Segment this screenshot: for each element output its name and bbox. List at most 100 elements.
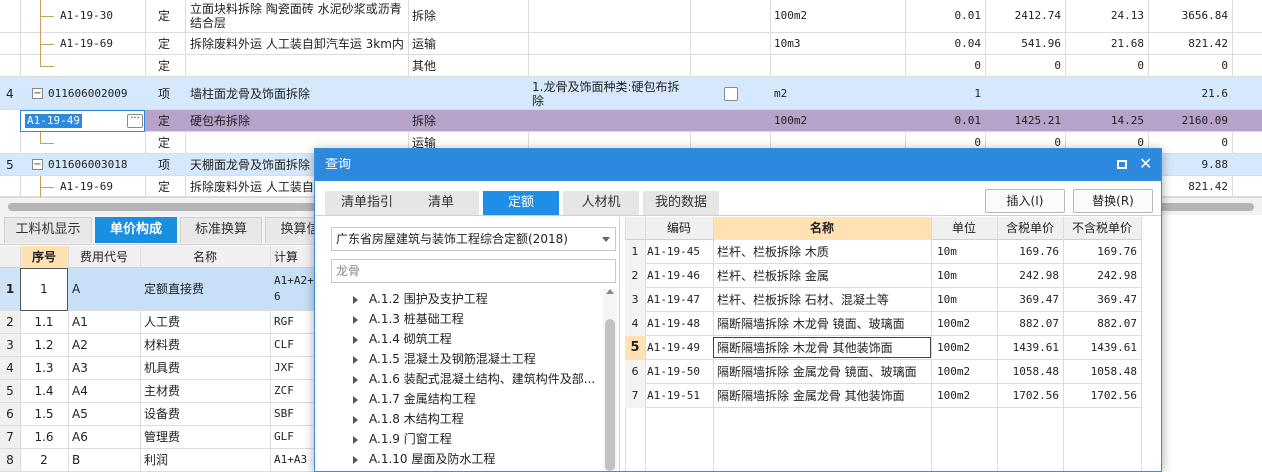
- tree-node[interactable]: A.1.8 木结构工程: [353, 409, 464, 429]
- table-row[interactable]: 2 A1-19-46 栏杆、栏板拆除 金属 10m 242.98 242.98: [625, 264, 1141, 288]
- row-calc-basis: A1+A3: [274, 453, 308, 466]
- tab-my-data[interactable]: 我的数据: [643, 191, 719, 215]
- table-row[interactable]: 1 A1-19-45 栏杆、栏板拆除 木质 10m 169.76 169.76: [625, 240, 1141, 264]
- row-number: 7: [6, 430, 14, 444]
- expand-arrow-icon[interactable]: [353, 356, 358, 364]
- table-row[interactable]: A1-19-30 定 立面块料拆除 陶瓷面砖 水泥砂浆或沥青结合层 拆除 100…: [0, 0, 1262, 33]
- tree-node[interactable]: A.1.5 混凝土及钢筋混凝土工程: [353, 349, 536, 369]
- row-seq: 1.2: [34, 338, 54, 352]
- table-row[interactable]: 5 A1-19-49 隔断隔墙拆除 木龙骨 其他装饰面 100m2 1439.61 143…: [625, 336, 1141, 360]
- row-feature: 其他: [412, 59, 437, 73]
- row-name: 隔断隔墙拆除 木龙骨 镜面、玻璃面: [717, 317, 905, 331]
- expand-arrow-icon[interactable]: [353, 316, 358, 324]
- row-code: A1-19-46: [647, 269, 700, 282]
- row-type: 定: [158, 9, 171, 23]
- row-notax-price: 882.07: [1097, 317, 1137, 330]
- row-code: A1-19-49: [647, 341, 700, 354]
- scroll-thumb[interactable]: [605, 319, 615, 471]
- tree-node[interactable]: A.1.2 围护及支护工程: [353, 289, 488, 309]
- row-name: 栏杆、栏板拆除 金属: [717, 269, 829, 283]
- close-icon[interactable]: ✕: [1139, 154, 1152, 174]
- table-row[interactable]: 6 A1-19-50 隔断隔墙拆除 金属龙骨 镜面、玻璃面 100m2 1058.48 1…: [625, 360, 1141, 384]
- expand-arrow-icon[interactable]: [353, 436, 358, 444]
- quota-set-select[interactable]: 广东省房屋建筑与装饰工程综合定额(2018): [331, 227, 616, 251]
- expand-arrow-icon[interactable]: [353, 396, 358, 404]
- expand-arrow-icon[interactable]: [353, 336, 358, 344]
- tab-quota[interactable]: 定额: [483, 191, 559, 215]
- scroll-up-icon[interactable]: [606, 289, 614, 294]
- row-checkbox[interactable]: [724, 87, 738, 101]
- row-fee-name: 人工费: [144, 315, 181, 329]
- table-row[interactable]: 7 1.6 A6 管理费 GLF: [0, 426, 330, 449]
- row-name: 墙柱面龙骨及饰面拆除: [190, 87, 311, 101]
- row-name: 隔断隔墙拆除 木龙骨 其他装饰面: [717, 341, 893, 355]
- row-seq: 4: [6, 87, 14, 101]
- tree-node-label: A.1.4 砌筑工程: [369, 332, 452, 346]
- row-unit: 10m: [937, 293, 957, 306]
- row-fee-code: A3: [72, 361, 88, 375]
- tab-labor-material[interactable]: 人材机: [563, 191, 639, 215]
- quota-set-value: 广东省房屋建筑与装饰工程综合定额(2018): [336, 232, 568, 246]
- expand-arrow-icon[interactable]: [353, 456, 358, 464]
- tree-node[interactable]: A.1.4 砌筑工程: [353, 329, 452, 349]
- insert-button[interactable]: 插入(I): [985, 189, 1065, 213]
- tree-node[interactable]: A.1.10 屋面及防水工程: [353, 449, 495, 469]
- tree-node-label: A.1.5 混凝土及钢筋混凝土工程: [369, 352, 536, 366]
- row-name: 拆除废料外运 人工装自卸汽车运 3km内: [190, 37, 404, 51]
- table-row[interactable]: 6 1.5 A5 设备费 SBF: [0, 403, 330, 426]
- row-extra: 21.6: [1201, 87, 1229, 100]
- row-tax-price: 369.47: [1019, 293, 1059, 306]
- table-row[interactable]: 7 A1-19-51 隔断隔墙拆除 金属龙骨 其他装饰面 100m2 1702.56 17…: [625, 384, 1141, 408]
- tree-node[interactable]: A.1.3 桩基础工程: [353, 309, 464, 329]
- row-notax-price: 1439.61: [1090, 341, 1137, 354]
- row-unit: 10m3: [774, 37, 801, 50]
- table-row[interactable]: 4 1.3 A3 机具费 JXF: [0, 357, 330, 380]
- expand-arrow-icon[interactable]: [353, 296, 358, 304]
- table-row[interactable]: 3 1.2 A2 材料费 CLF: [0, 334, 330, 357]
- row-fee-code: A5: [72, 407, 88, 421]
- table-row[interactable]: A1-19-69 定 拆除废料外运 人工装自卸汽车运 3km内 运输 10m3 …: [0, 33, 1262, 55]
- tree-node-label: A.1.6 装配式混凝土结构、建筑构件及部...: [369, 372, 596, 386]
- row-price: 541.96: [1021, 37, 1061, 50]
- table-row[interactable]: 1 1 A 定额直接费 A1+A2+A 6: [0, 268, 330, 311]
- tab-material-display[interactable]: 工料机显示: [4, 217, 92, 243]
- row-seq: 1.3: [34, 361, 54, 375]
- tab-bill-guide[interactable]: 清单指引: [325, 191, 409, 215]
- collapse-icon[interactable]: −: [32, 159, 43, 170]
- col-header-name: 名称: [809, 221, 834, 235]
- row-code: A1-19-50: [647, 365, 700, 378]
- row-price: 2412.74: [1014, 9, 1061, 22]
- expand-arrow-icon[interactable]: [353, 376, 358, 384]
- table-row[interactable]: A1-19-49 ··· 定 硬包布拆除 拆除 100m2 0.01 1425.…: [0, 110, 1262, 132]
- row-number: 8: [6, 453, 14, 467]
- dialog-titlebar[interactable]: 查询 ✕: [315, 149, 1161, 181]
- table-row[interactable]: 8 2 B 利润 A1+A3: [0, 449, 330, 472]
- row-fee-code: A4: [72, 384, 88, 398]
- tree-node[interactable]: A.1.9 门窗工程: [353, 429, 452, 449]
- row-fee-code: A6: [72, 430, 88, 444]
- row-fee-code: B: [72, 453, 81, 467]
- table-row[interactable]: 4 − 011606002009 项 墙柱面龙骨及饰面拆除 1.龙骨及饰面种类:…: [0, 77, 1262, 110]
- table-row[interactable]: 定 其他 0 0 0 0: [0, 55, 1262, 77]
- search-input[interactable]: 龙骨: [331, 259, 616, 283]
- tree-scrollbar[interactable]: [603, 289, 617, 471]
- code-editor-input[interactable]: A1-19-49 ···: [20, 110, 145, 132]
- expand-arrow-icon[interactable]: [353, 416, 358, 424]
- tree-node[interactable]: A.1.7 金属结构工程: [353, 389, 476, 409]
- table-row[interactable]: 3 A1-19-47 栏杆、栏板拆除 石材、混凝土等 10m 369.47 369.47: [625, 288, 1141, 312]
- tree-node[interactable]: A.1.6 装配式混凝土结构、建筑构件及部...: [353, 369, 596, 389]
- collapse-icon[interactable]: −: [32, 88, 43, 99]
- tab-bill[interactable]: 清单: [403, 191, 479, 215]
- replace-button[interactable]: 替换(R): [1073, 189, 1153, 213]
- col-header-tax-price: 含税单价: [1005, 221, 1054, 235]
- tab-standard-conversion[interactable]: 标准换算: [180, 217, 262, 243]
- table-row[interactable]: 4 A1-19-48 隔断隔墙拆除 木龙骨 镜面、玻璃面 100m2 882.07 882…: [625, 312, 1141, 336]
- row-seq: 2: [40, 453, 48, 467]
- maximize-icon[interactable]: [1117, 160, 1127, 169]
- tab-unit-price[interactable]: 单价构成: [95, 217, 177, 243]
- row-name: 立面块料拆除 陶瓷面砖 水泥砂浆或沥青结合层: [190, 2, 402, 30]
- table-row[interactable]: 5 1.4 A4 主材费 ZCF: [0, 380, 330, 403]
- more-icon[interactable]: ···: [127, 114, 143, 128]
- table-row[interactable]: 2 1.1 A1 人工费 RGF: [0, 311, 330, 334]
- row-code: A1-19-30: [60, 9, 113, 22]
